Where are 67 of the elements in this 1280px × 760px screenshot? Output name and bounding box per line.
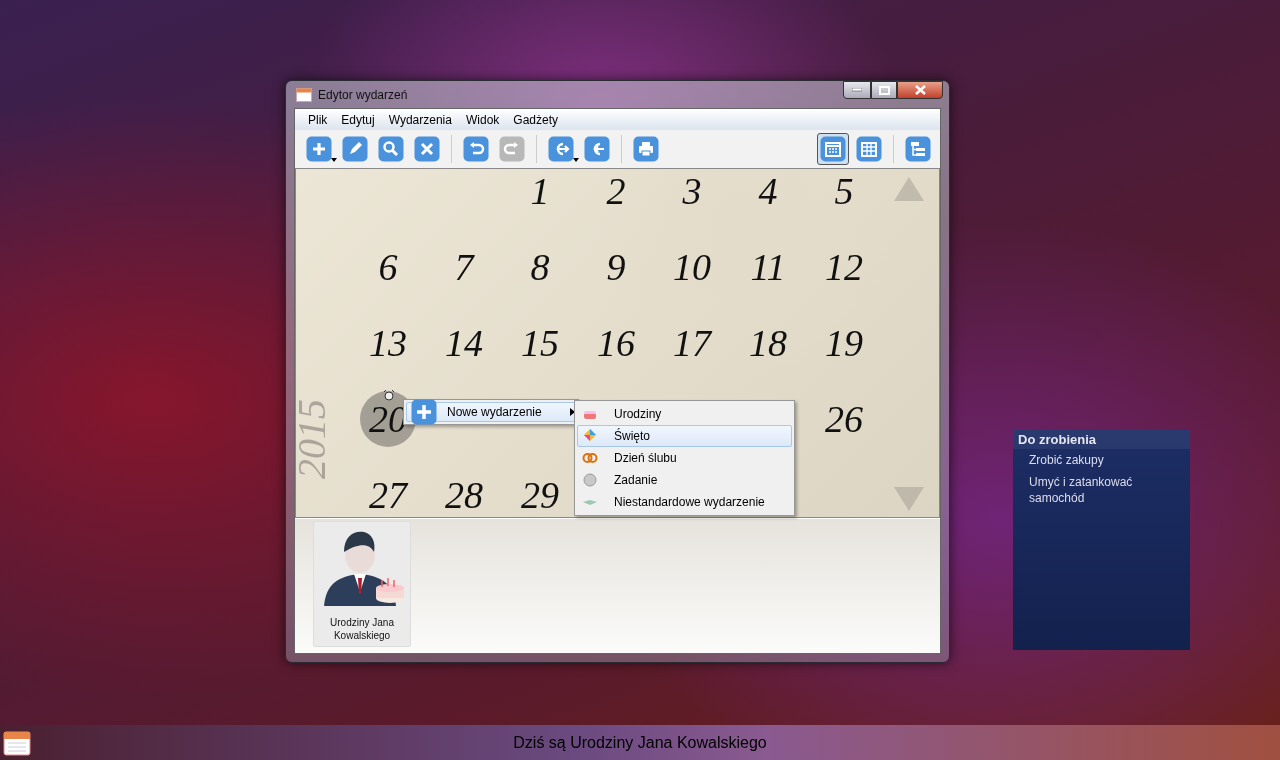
add-icon [411, 399, 437, 425]
view-button[interactable] [817, 133, 849, 165]
calendar-day[interactable]: 19 [825, 321, 863, 365]
calendar-day[interactable]: 17 [673, 321, 711, 365]
printer-icon [633, 136, 659, 162]
add-icon [306, 136, 332, 162]
calendar-day[interactable]: 7 [454, 245, 474, 289]
menu-item[interactable]: Niestandardowe wydarzenie [577, 491, 792, 513]
maximize-button[interactable] [871, 81, 897, 99]
calendar-day[interactable]: 15 [521, 321, 559, 365]
menu-item[interactable]: Urodziny [577, 403, 792, 425]
menu-item[interactable]: Plik [301, 112, 335, 127]
close-icon [914, 85, 926, 95]
menu-item[interactable]: Edytuj [334, 112, 382, 127]
calendar-day[interactable]: 14 [445, 321, 483, 365]
calendar-icon [820, 136, 846, 162]
undo-icon [463, 136, 489, 162]
calendar-day[interactable]: 13 [369, 321, 407, 365]
calendar-day[interactable]: 6 [378, 245, 398, 289]
calendar-day[interactable]: 12 [825, 245, 863, 289]
calendar-day[interactable]: 18 [749, 321, 787, 365]
calendar-day[interactable]: 5 [834, 169, 854, 213]
year-label: 2015 [296, 399, 335, 479]
calendar-day[interactable]: 16 [597, 321, 635, 365]
calendar-day[interactable]: 10 [673, 245, 711, 289]
kite-icon [582, 428, 598, 444]
calendar-day[interactable]: 1 [530, 169, 550, 213]
calendar-day[interactable]: 4 [758, 169, 778, 213]
pencil-icon [342, 136, 368, 162]
maximize-icon [878, 85, 890, 95]
close-icon [414, 136, 440, 162]
rings-icon [582, 450, 598, 466]
menu-item[interactable]: Widok [458, 112, 507, 127]
sphere-icon [582, 472, 598, 488]
calendar-day[interactable]: 2 [606, 169, 626, 213]
calendar-icon [296, 87, 312, 102]
calendar-day[interactable]: 28 [445, 473, 483, 517]
calendar-day[interactable]: 26 [825, 397, 863, 441]
status-message: Dziś są Urodziny Jana Kowalskiego [513, 733, 767, 752]
calendar-day[interactable]: 27 [369, 473, 407, 517]
grid-icon [856, 136, 882, 162]
event-label: Urodziny Jana Kowalskiego [329, 616, 395, 642]
menu-item[interactable]: Zadanie [577, 469, 792, 491]
import-icon [584, 136, 610, 162]
calendar-day[interactable]: 11 [750, 245, 786, 289]
todo-item: Umyć i zatankować samochód [1028, 474, 1134, 507]
menu-item[interactable]: Wydarzenia [381, 112, 459, 127]
calendar-day[interactable]: 29 [521, 473, 559, 517]
window-title: Edytor wydarzeń [318, 87, 409, 102]
calendar-day[interactable]: 3 [682, 169, 702, 213]
menu-item[interactable]: Nowe wydarzenie [406, 402, 576, 422]
tree-icon [905, 136, 931, 162]
close-button[interactable] [897, 81, 943, 99]
gadget-title: Do zrobienia [1013, 430, 1190, 449]
search-icon [378, 136, 404, 162]
menu-item[interactable]: Święto [577, 425, 792, 447]
todo-item: Zrobić zakupy [1028, 452, 1105, 469]
redo-icon [499, 136, 525, 162]
calendar-day[interactable]: 9 [606, 245, 626, 289]
calendar-icon[interactable] [3, 728, 31, 757]
menu-item[interactable]: Dzień ślubu [577, 447, 792, 469]
event-tile[interactable]: Urodziny Jana Kowalskiego [313, 521, 411, 647]
menu-item[interactable]: Gadżety [506, 112, 565, 127]
minimize-icon [852, 88, 862, 92]
minimize-button[interactable] [843, 81, 871, 99]
export-icon [548, 136, 574, 162]
calendar-day[interactable]: 8 [530, 245, 550, 289]
